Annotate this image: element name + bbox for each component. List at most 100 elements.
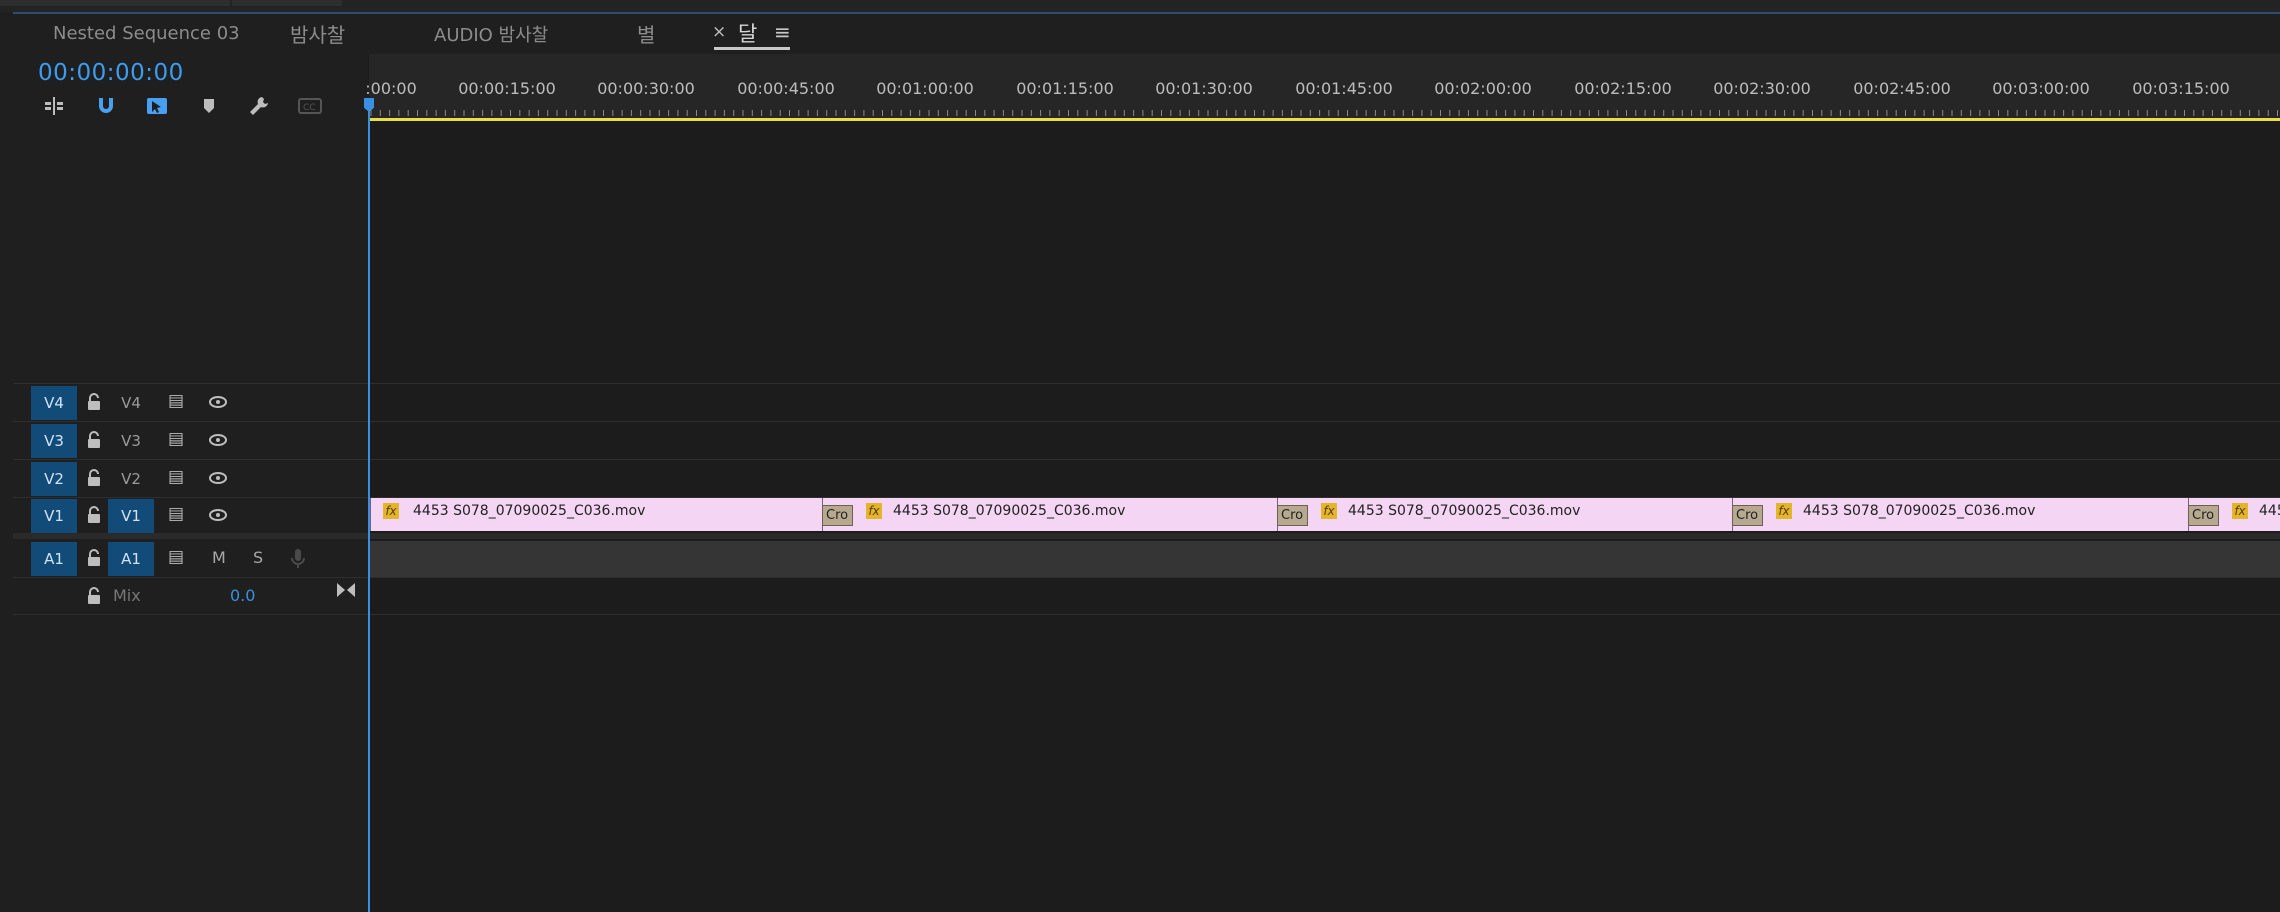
cross-dissolve-transition[interactable]: Cro: [2188, 505, 2219, 526]
mix-label: Mix: [113, 586, 141, 605]
ruler-label: :00:00: [365, 79, 417, 98]
track-header-v3: V3 V3 ▤: [13, 423, 368, 459]
toggle-sync-lock-icon[interactable]: ▤: [168, 467, 184, 487]
track-divider: [13, 459, 2280, 460]
track-lock-icon[interactable]: [86, 468, 102, 488]
playhead-line[interactable]: [368, 100, 370, 912]
video-audio-divider: [13, 533, 2280, 539]
ruler-label: 00:01:00:00: [876, 79, 974, 98]
track-target-a1[interactable]: A1: [108, 542, 154, 576]
toggle-output-eye-icon[interactable]: [208, 433, 228, 447]
ruler-ticks: [370, 110, 2278, 116]
clip-name: 4453 S078_07090025_C036.mov: [1803, 503, 2036, 519]
svg-text:CC: CC: [303, 103, 316, 113]
tab-audio-bamsachal[interactable]: AUDIO 밤사찰: [434, 21, 548, 47]
ruler-label: 00:03:15:00: [2132, 79, 2230, 98]
track-header-v4: V4 V4 ▤: [13, 385, 368, 421]
source-patch-v3[interactable]: V3: [31, 424, 77, 458]
mix-track-header: Mix 0.0: [13, 579, 368, 615]
track-header-v2: V2 V2 ▤: [13, 461, 368, 497]
toggle-sync-lock-icon[interactable]: ▤: [168, 504, 184, 524]
clip-name: 4453 S078_07090025_C036.mov: [1348, 503, 1581, 519]
add-marker-icon[interactable]: [195, 93, 223, 119]
tab-close-icon[interactable]: ×: [712, 22, 726, 42]
cross-dissolve-transition[interactable]: Cro: [1277, 505, 1308, 526]
mix-volume-value[interactable]: 0.0: [230, 586, 255, 605]
settings-wrench-icon[interactable]: [245, 93, 273, 119]
clip-fx-badge: fx: [866, 503, 882, 519]
playhead-timecode[interactable]: 00:00:00:00: [38, 60, 184, 86]
sequence-tab-bar: [13, 12, 2280, 54]
toggle-output-eye-icon[interactable]: [208, 395, 228, 409]
ruler-label: 00:02:15:00: [1574, 79, 1672, 98]
track-header-v1: V1 V1 ▤: [13, 498, 368, 534]
clip-name: 4453 S078_07090025_C036.mov: [2259, 503, 2280, 519]
audio-track-lane-a1[interactable]: [370, 541, 2280, 577]
ruler-label: 00:00:45:00: [737, 79, 835, 98]
cross-dissolve-transition[interactable]: Cro: [1732, 505, 1763, 526]
time-ruler[interactable]: :00:00 00:00:15:00 00:00:30:00 00:00:45:…: [365, 54, 2280, 118]
tab-nested-sequence-03[interactable]: Nested Sequence 03: [53, 23, 240, 44]
clip-v1[interactable]: fx 4453 S078_07090025_C036.mov: [822, 498, 1278, 531]
track-divider: [13, 614, 2280, 615]
track-lock-icon[interactable]: [86, 392, 102, 412]
captions-cc-icon[interactable]: CC: [296, 93, 324, 119]
toggle-sync-lock-icon[interactable]: ▤: [168, 391, 184, 411]
ruler-label: 00:01:45:00: [1295, 79, 1393, 98]
track-target-v1[interactable]: V1: [108, 499, 154, 533]
cross-dissolve-transition[interactable]: Cro: [822, 505, 853, 526]
source-patch-v2[interactable]: V2: [31, 462, 77, 496]
track-divider: [13, 421, 2280, 422]
linked-selection-icon[interactable]: [143, 93, 171, 119]
track-lock-icon[interactable]: [86, 430, 102, 450]
track-lock-icon[interactable]: [86, 586, 102, 606]
track-divider: [13, 383, 2280, 384]
snap-magnet-icon[interactable]: [92, 93, 120, 119]
clip-v1[interactable]: fx 4453 S078_07090025_C036.mov: [1732, 498, 2189, 531]
track-target-v3[interactable]: V3: [108, 424, 154, 458]
panel-menu-icon[interactable]: ≡: [774, 20, 791, 44]
clip-fx-badge: fx: [383, 503, 399, 519]
go-to-next-edit-icon[interactable]: [336, 581, 356, 599]
tab-bamsachal[interactable]: 밤사찰: [290, 19, 345, 48]
track-lock-icon[interactable]: [86, 505, 102, 525]
ruler-label: 00:03:00:00: [1992, 79, 2090, 98]
clip-fx-badge: fx: [2232, 503, 2248, 519]
ruler-label: 00:01:30:00: [1155, 79, 1253, 98]
insert-overwrite-icon[interactable]: [40, 93, 68, 119]
track-lock-icon[interactable]: [86, 548, 102, 568]
tab-byeol[interactable]: 별: [637, 19, 655, 48]
track-target-v4[interactable]: V4: [108, 386, 154, 420]
source-patch-v1[interactable]: V1: [31, 499, 77, 533]
clip-v1[interactable]: fx 4453 S078_07090025_C036.mov: [1277, 498, 1733, 531]
ruler-label: 00:00:30:00: [597, 79, 695, 98]
clip-name: 4453 S078_07090025_C036.mov: [893, 503, 1126, 519]
ruler-label: 00:02:30:00: [1713, 79, 1811, 98]
voice-over-record-icon[interactable]: [291, 548, 305, 570]
track-header-a1: A1 A1 ▤ M S: [13, 541, 368, 577]
toggle-output-eye-icon[interactable]: [208, 471, 228, 485]
toggle-output-eye-icon[interactable]: [208, 508, 228, 522]
toggle-sync-lock-icon[interactable]: ▤: [168, 547, 184, 567]
clip-v1[interactable]: fx 4453 S078_07090025_C036.mov: [370, 498, 823, 531]
clip-name: 4453 S078_07090025_C036.mov: [413, 503, 646, 519]
ruler-label: 00:00:15:00: [458, 79, 556, 98]
clip-fx-badge: fx: [1321, 503, 1337, 519]
source-patch-a1[interactable]: A1: [31, 542, 77, 576]
ruler-label: 00:02:45:00: [1853, 79, 1951, 98]
solo-track-button[interactable]: S: [253, 548, 263, 567]
toggle-sync-lock-icon[interactable]: ▤: [168, 429, 184, 449]
work-area-bar[interactable]: [369, 118, 2280, 121]
track-target-v2[interactable]: V2: [108, 462, 154, 496]
panel-left-edge: [0, 12, 14, 912]
clip-fx-badge: fx: [1776, 503, 1792, 519]
panel-focus-line: [13, 12, 2280, 14]
source-patch-v4[interactable]: V4: [31, 386, 77, 420]
track-divider: [13, 577, 2280, 578]
ruler-label: 00:02:00:00: [1434, 79, 1532, 98]
ruler-label: 00:01:15:00: [1016, 79, 1114, 98]
active-tab-underline: [714, 47, 790, 50]
window-top-strip: [0, 0, 2280, 12]
tab-dal[interactable]: 달: [738, 18, 757, 48]
mute-track-button[interactable]: M: [212, 548, 226, 567]
